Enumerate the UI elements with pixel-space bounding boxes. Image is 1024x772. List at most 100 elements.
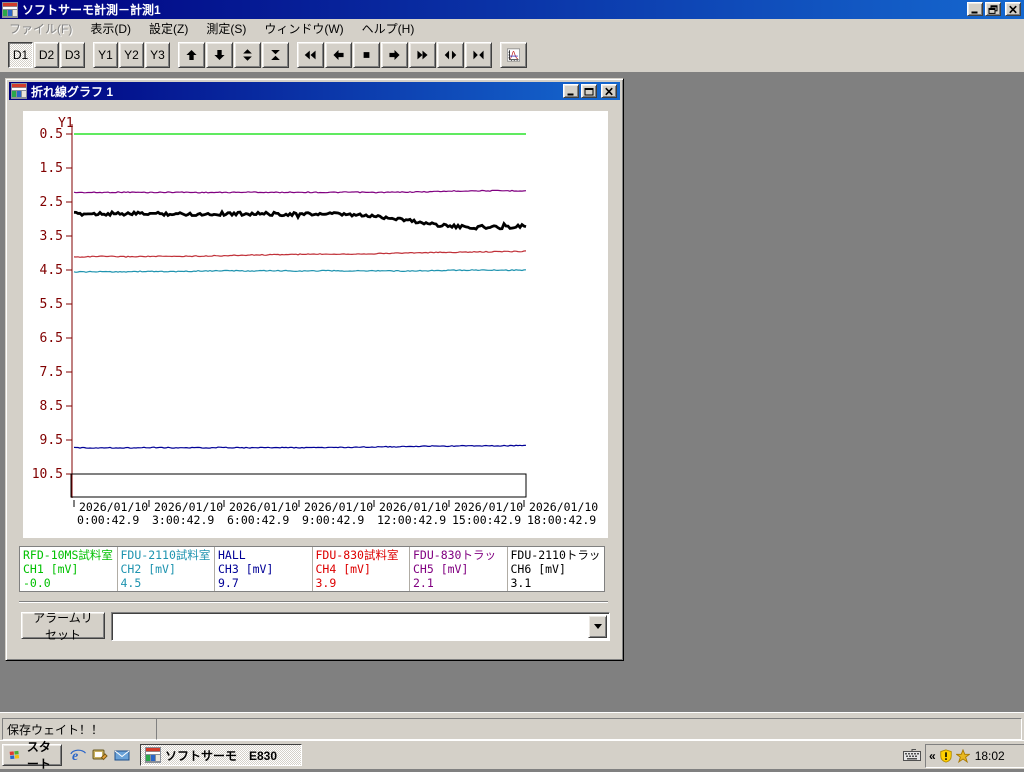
graph-titlebar: 折れ線グラフ 1 (9, 82, 620, 100)
collapse-vertical-icon (271, 49, 280, 60)
restore-button[interactable] (985, 2, 1001, 16)
graph-window-controls (563, 84, 617, 98)
legend-device: HALL (218, 548, 246, 562)
minimize-button[interactable] (967, 2, 983, 16)
legend-cell-ch2: FDU-2110試料室 CH2 [mV] 4.5 (118, 547, 215, 591)
toolbar-y2-button[interactable]: Y2 (119, 41, 144, 68)
channel-legend-table: RFD-10MS試料室 CH1 [mV] -0.0 FDU-2110試料室 CH2 [m… (19, 546, 605, 592)
menu-bar: ファイル(F) 表示(D) 設定(Z) 測定(S) ウィンドウ(W) ヘルプ(H) (0, 19, 1024, 38)
menu-settings[interactable]: 設定(Z) (140, 19, 197, 38)
svg-text:6:00:42.9: 6:00:42.9 (227, 513, 289, 527)
menu-view[interactable]: 表示(D) (81, 19, 140, 38)
legend-cell-ch1: RFD-10MS試料室 CH1 [mV] -0.0 (20, 547, 118, 591)
close-button[interactable] (1005, 2, 1021, 16)
start-button[interactable]: スタート (2, 740, 62, 771)
toolbar-scroll-up-button[interactable] (178, 41, 205, 68)
toolbar-line-graph-button[interactable] (500, 41, 527, 68)
legend-channel: CH6 [mV] (510, 562, 566, 576)
svg-text:0:00:42.9: 0:00:42.9 (77, 513, 139, 527)
menu-window[interactable]: ウィンドウ(W) (255, 19, 352, 38)
legend-device: FDU-830試料室 (315, 548, 399, 562)
fast-forward-icon (417, 50, 428, 59)
expand-vertical-icon (243, 48, 252, 61)
legend-cell-ch3: HALL CH3 [mV] 9.7 (215, 547, 313, 591)
star-tray-icon[interactable] (955, 749, 970, 763)
toolbar-scroll-right-button[interactable] (381, 41, 408, 68)
legend-cell-ch4: FDU-830試料室 CH4 [mV] 3.9 (313, 547, 410, 591)
expand-horizontal-icon (444, 50, 457, 59)
toolbar-scroll-left-button[interactable] (325, 41, 352, 68)
quicklaunch-ie-icon[interactable]: e (68, 746, 88, 764)
security-alert-shield-icon[interactable] (939, 749, 953, 763)
legend-channel: CH4 [mV] (315, 562, 371, 576)
legend-channel: CH1 [mV] (23, 562, 79, 576)
toolbar-stop-button[interactable] (353, 41, 380, 68)
alarm-reset-button[interactable]: アラームリセット (21, 611, 105, 642)
alarm-combobox[interactable] (111, 612, 610, 641)
quicklaunch-outlook-icon[interactable] (112, 746, 132, 764)
svg-text:4.5: 4.5 (40, 263, 63, 278)
keyboard-tray-icon[interactable] (903, 748, 921, 762)
svg-text:8.5: 8.5 (40, 399, 63, 414)
svg-text:9:00:42.9: 9:00:42.9 (302, 513, 364, 527)
menu-measure[interactable]: 測定(S) (197, 19, 255, 38)
toolbar-compress-vertical-button[interactable] (262, 41, 289, 68)
chevron-down-icon (593, 624, 602, 629)
graph-close-button[interactable] (601, 84, 617, 98)
toolbar-d2-button[interactable]: D2 (34, 41, 59, 68)
collapse-horizontal-icon (473, 50, 484, 59)
svg-text:2026/01/10: 2026/01/10 (379, 500, 448, 514)
main-titlebar: ソフトサーモ計測－計測1 (0, 0, 1024, 19)
status-secondary-panel (156, 718, 1022, 740)
svg-text:7.5: 7.5 (40, 365, 63, 380)
svg-text:3.5: 3.5 (40, 229, 63, 244)
series-ch5 (73, 189, 527, 194)
legend-value: 2.1 (413, 576, 434, 590)
windows-flag-icon (9, 750, 20, 760)
svg-text:2026/01/10: 2026/01/10 (454, 500, 523, 514)
mdi-area: 折れ線グラフ 1 Y1 0.5 1.5 2.5 3.5 4.5 5.5 6.5 7.5 8.5 9.… (0, 72, 1024, 712)
quicklaunch-show-desktop-icon[interactable] (90, 746, 110, 764)
svg-text:6.5: 6.5 (40, 331, 63, 346)
legend-device: FDU-2110試料室 (120, 548, 211, 562)
system-tray: « 18:02 (925, 744, 1024, 768)
toolbar-d3-button[interactable]: D3 (60, 41, 85, 68)
stop-icon (363, 51, 370, 58)
menu-file[interactable]: ファイル(F) (0, 19, 81, 38)
taskbar-task-softthermo[interactable]: ソフトサーモ E830 (140, 744, 302, 766)
legend-value: 3.9 (315, 576, 337, 590)
series-ch6 (73, 209, 527, 231)
svg-text:2026/01/10: 2026/01/10 (304, 500, 373, 514)
alarm-combobox-value[interactable] (114, 615, 607, 638)
svg-text:15:00:42.9: 15:00:42.9 (452, 513, 521, 527)
legend-device: FDU-830トラッ (413, 548, 496, 562)
line-chart: Y1 0.5 1.5 2.5 3.5 4.5 5.5 6.5 7.5 8.5 9.5 10.5 2026… (23, 111, 608, 538)
start-button-label: スタート (26, 740, 51, 771)
legend-cell-ch6: FDU-2110トラッ CH6 [mV] 3.1 (508, 547, 605, 591)
tray-overflow-chevron[interactable]: « (929, 750, 936, 762)
toolbar-scroll-down-button[interactable] (206, 41, 233, 68)
toolbar-d1-button[interactable]: D1 (8, 41, 33, 68)
legend-channel: CH5 [mV] (413, 562, 469, 576)
graph-minimize-button[interactable] (563, 84, 579, 98)
menu-help[interactable]: ヘルプ(H) (353, 19, 424, 38)
svg-text:0.5: 0.5 (40, 127, 63, 142)
toolbar-compress-horizontal-button[interactable] (465, 41, 492, 68)
toolbar-y3-button[interactable]: Y3 (145, 41, 170, 68)
status-message-panel: 保存ウェイト！！ (2, 718, 159, 740)
toolbar-y1-button[interactable]: Y1 (93, 41, 118, 68)
legend-value: 9.7 (218, 576, 239, 590)
graph-window-icon (11, 83, 27, 99)
toolbar-fast-rewind-button[interactable] (297, 41, 324, 68)
app-icon (145, 747, 161, 763)
legend-channel: CH3 [mV] (218, 562, 274, 576)
line-graph-icon (507, 48, 520, 61)
toolbar-expand-horizontal-button[interactable] (437, 41, 464, 68)
app-icon (2, 1, 18, 18)
alarm-combobox-dropdown-button[interactable] (588, 615, 607, 638)
legend-channel: CH2 [mV] (120, 562, 176, 576)
toolbar-expand-vertical-button[interactable] (234, 41, 261, 68)
graph-maximize-button[interactable] (581, 84, 597, 98)
main-window-title: ソフトサーモ計測－計測1 (22, 3, 161, 17)
toolbar-fast-forward-button[interactable] (409, 41, 436, 68)
